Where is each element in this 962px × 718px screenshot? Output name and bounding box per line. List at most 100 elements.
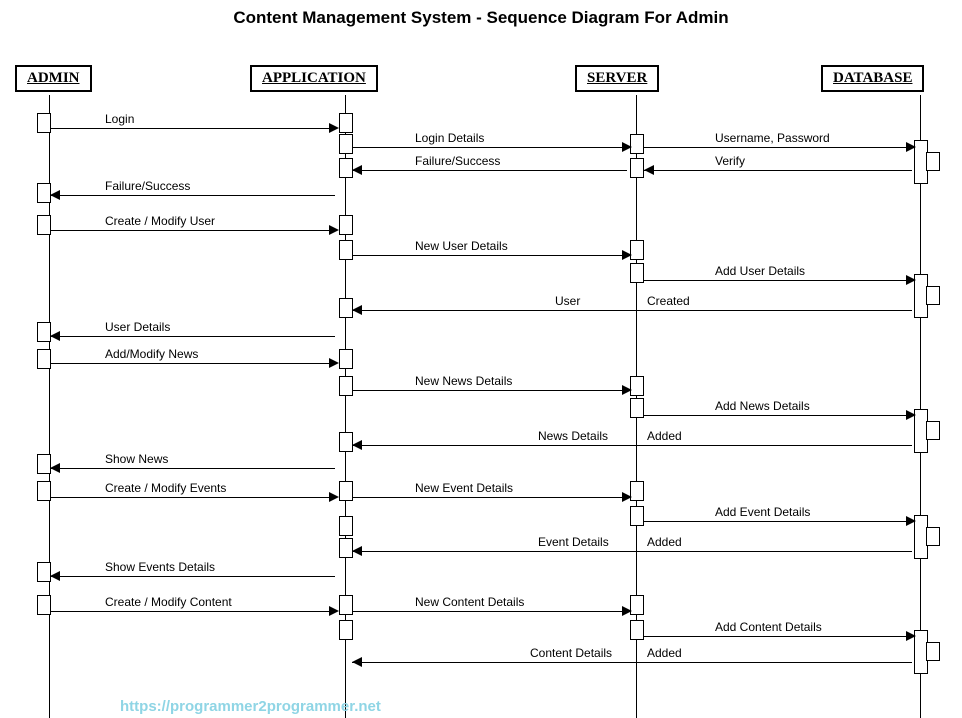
arrow (50, 576, 335, 577)
activation (630, 263, 644, 283)
activation (339, 240, 353, 260)
activation (339, 298, 353, 318)
diagram-title: Content Management System - Sequence Dia… (0, 8, 962, 28)
msg-verify: Verify (715, 154, 745, 168)
activation (339, 134, 353, 154)
arrowhead (906, 410, 916, 420)
activation (630, 481, 644, 501)
arrowhead (906, 631, 916, 641)
activation (37, 481, 51, 501)
msg-failure-success-1: Failure/Success (415, 154, 500, 168)
arrow (352, 662, 912, 663)
msg-news-details: News Details (538, 429, 608, 443)
activation (926, 642, 940, 661)
activation (630, 134, 644, 154)
msg-login-details: Login Details (415, 131, 484, 145)
arrowhead (352, 165, 362, 175)
activation (339, 113, 353, 133)
msg-added-3: Added (647, 646, 682, 660)
msg-login: Login (105, 112, 134, 126)
msg-add-content-details: Add Content Details (715, 620, 822, 634)
activation (37, 183, 51, 203)
arrowhead (329, 123, 339, 133)
arrow (50, 611, 335, 612)
arrowhead (50, 190, 60, 200)
arrow (352, 255, 627, 256)
arrowhead (622, 385, 632, 395)
msg-added-2: Added (647, 535, 682, 549)
arrowhead (622, 606, 632, 616)
arrow (50, 497, 335, 498)
arrowhead (329, 492, 339, 502)
arrow (352, 147, 627, 148)
arrowhead (352, 440, 362, 450)
arrowhead (329, 225, 339, 235)
arrow (352, 611, 627, 612)
arrow (352, 497, 627, 498)
activation (630, 506, 644, 526)
arrowhead (622, 142, 632, 152)
activation (339, 349, 353, 369)
participant-application: APPLICATION (250, 65, 378, 92)
activation (339, 215, 353, 235)
arrowhead (50, 571, 60, 581)
activation (339, 432, 353, 452)
arrow (644, 280, 912, 281)
activation (630, 620, 644, 640)
msg-added-1: Added (647, 429, 682, 443)
arrow (644, 170, 912, 171)
arrow (644, 521, 912, 522)
msg-new-event-details: New Event Details (415, 481, 513, 495)
msg-create-modify-events: Create / Modify Events (105, 481, 226, 495)
activation (37, 595, 51, 615)
activation (339, 538, 353, 558)
activation (37, 322, 51, 342)
msg-add-user-details: Add User Details (715, 264, 805, 278)
activation (37, 562, 51, 582)
activation (339, 516, 353, 536)
activation (339, 620, 353, 640)
arrowhead (352, 305, 362, 315)
arrowhead (644, 165, 654, 175)
arrowhead (906, 516, 916, 526)
arrow (644, 636, 912, 637)
activation (37, 215, 51, 235)
arrowhead (50, 463, 60, 473)
arrow (352, 170, 627, 171)
msg-content-details: Content Details (530, 646, 612, 660)
msg-new-content-details: New Content Details (415, 595, 524, 609)
msg-show-news: Show News (105, 452, 168, 466)
participant-admin: ADMIN (15, 65, 92, 92)
activation (926, 527, 940, 546)
msg-failure-success-2: Failure/Success (105, 179, 190, 193)
arrowhead (622, 250, 632, 260)
activation (339, 595, 353, 615)
msg-created: Created (647, 294, 690, 308)
arrow (644, 415, 912, 416)
activation (339, 158, 353, 178)
arrowhead (906, 142, 916, 152)
arrow (50, 230, 335, 231)
activation (37, 113, 51, 133)
arrowhead (50, 331, 60, 341)
msg-add-news-details: Add News Details (715, 399, 810, 413)
arrow (644, 147, 912, 148)
msg-username-password: Username, Password (715, 131, 830, 145)
activation (926, 286, 940, 305)
activation (630, 595, 644, 615)
activation (926, 152, 940, 171)
arrow (352, 390, 627, 391)
arrow (50, 363, 335, 364)
arrow (50, 195, 335, 196)
arrowhead (906, 275, 916, 285)
activation (339, 376, 353, 396)
arrowhead (329, 606, 339, 616)
lifeline-database (920, 95, 921, 718)
msg-event-details: Event Details (538, 535, 609, 549)
msg-create-modify-user: Create / Modify User (105, 214, 215, 228)
arrow (50, 128, 335, 129)
msg-user-details: User Details (105, 320, 170, 334)
activation (339, 481, 353, 501)
msg-show-events-details: Show Events Details (105, 560, 215, 574)
participant-server: SERVER (575, 65, 659, 92)
